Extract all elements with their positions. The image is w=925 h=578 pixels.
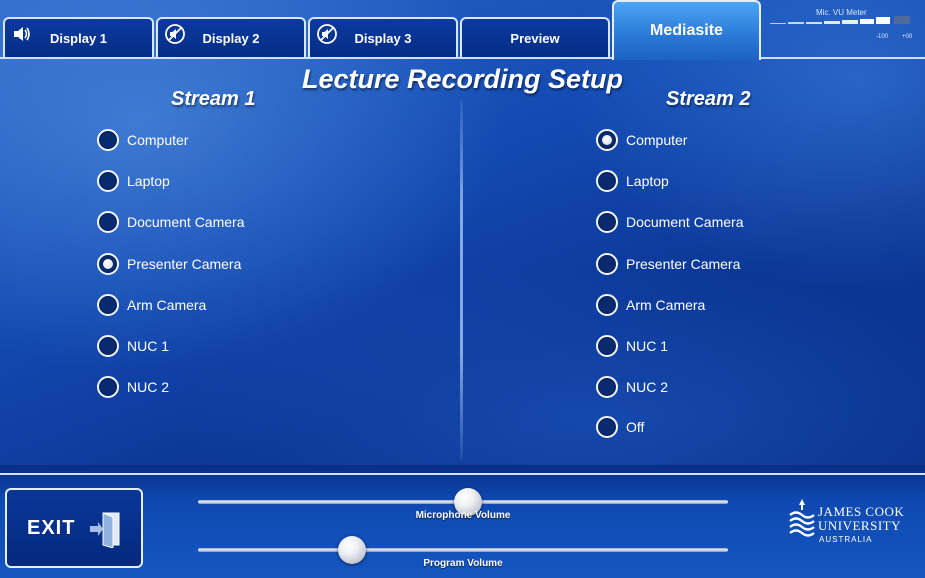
radio-button[interactable] bbox=[596, 416, 618, 438]
stream1-option-nuc-1[interactable]: NUC 1 bbox=[97, 333, 169, 359]
stream1-option-nuc-2[interactable]: NUC 2 bbox=[97, 374, 169, 400]
stream1-option-arm-camera[interactable]: Arm Camera bbox=[97, 292, 206, 318]
stream1-option-computer[interactable]: Computer bbox=[97, 127, 188, 153]
radio-button[interactable] bbox=[97, 335, 119, 357]
option-label: Laptop bbox=[626, 173, 669, 189]
vu-scale-high: +00 bbox=[902, 34, 913, 40]
column-divider bbox=[460, 100, 463, 460]
program-volume-label: Program Volume bbox=[423, 558, 503, 569]
option-label: Computer bbox=[626, 132, 688, 148]
radio-button[interactable] bbox=[596, 253, 618, 275]
stream2-option-arm-camera[interactable]: Arm Camera bbox=[596, 292, 705, 318]
option-label: Off bbox=[626, 419, 645, 435]
radio-button[interactable] bbox=[97, 294, 119, 316]
tab-label: Display 1 bbox=[49, 30, 108, 46]
slider-track bbox=[198, 548, 728, 552]
vu-segment bbox=[842, 20, 858, 24]
option-label: NUC 1 bbox=[626, 338, 669, 354]
exit-label: EXIT bbox=[27, 516, 76, 539]
option-label: Computer bbox=[127, 132, 189, 148]
speaker-icon bbox=[14, 27, 30, 41]
tab-display-2[interactable]: Display 2 bbox=[156, 17, 306, 57]
vu-segment bbox=[806, 22, 822, 24]
logo-text-line2: UNIVERSITY bbox=[818, 518, 901, 533]
stream1-option-laptop[interactable]: Laptop bbox=[97, 168, 170, 194]
option-label: Document Camera bbox=[626, 214, 744, 230]
tab-preview[interactable]: Preview bbox=[460, 17, 610, 57]
option-label: NUC 2 bbox=[626, 379, 669, 395]
muted-speaker-icon bbox=[317, 24, 337, 44]
stream2-option-nuc-1[interactable]: NUC 1 bbox=[596, 333, 668, 359]
radio-button[interactable] bbox=[596, 294, 618, 316]
stream2-option-presenter-camera[interactable]: Presenter Camera bbox=[596, 251, 740, 277]
stream-2-title: Stream 2 bbox=[666, 88, 751, 110]
stream2-option-laptop[interactable]: Laptop bbox=[596, 168, 669, 194]
radio-button[interactable] bbox=[596, 170, 618, 192]
vu-segment bbox=[860, 19, 874, 24]
stream2-option-document-camera[interactable]: Document Camera bbox=[596, 209, 744, 235]
option-label: Arm Camera bbox=[626, 297, 706, 313]
stream1-option-document-camera[interactable]: Document Camera bbox=[97, 209, 245, 235]
option-label: Arm Camera bbox=[127, 297, 207, 313]
radio-button[interactable] bbox=[97, 211, 119, 233]
wave-emblem-icon bbox=[789, 499, 815, 537]
muted-speaker-icon bbox=[165, 24, 185, 44]
vu-scale-low: -100 bbox=[876, 34, 889, 40]
exit-door-icon bbox=[90, 512, 120, 548]
stream1-option-presenter-camera[interactable]: Presenter Camera bbox=[97, 251, 241, 277]
vu-segment bbox=[824, 21, 840, 24]
logo-text-line3: AUSTRALIA bbox=[819, 535, 873, 544]
mic-vu-meter: Mic. VU Meter -100 +00 bbox=[766, 4, 916, 48]
option-label: Document Camera bbox=[127, 214, 245, 230]
option-label: Presenter Camera bbox=[626, 256, 741, 272]
radio-button-selected[interactable] bbox=[97, 253, 119, 275]
radio-button[interactable] bbox=[596, 335, 618, 357]
tab-label: Display 2 bbox=[202, 30, 260, 46]
radio-button[interactable] bbox=[97, 376, 119, 398]
tab-label: Preview bbox=[510, 30, 560, 46]
radio-button[interactable] bbox=[97, 170, 119, 192]
program-volume-slider[interactable]: Program Volume bbox=[198, 536, 728, 570]
tab-label: Display 3 bbox=[354, 30, 412, 46]
radio-button-selected[interactable] bbox=[596, 129, 618, 151]
tab-mediasite[interactable]: Mediasite bbox=[612, 0, 761, 60]
option-label: Laptop bbox=[127, 173, 170, 189]
radio-button[interactable] bbox=[596, 211, 618, 233]
tab-bar: Display 1 Display 2 Display 3 Preview Me… bbox=[0, 0, 925, 60]
tab-bar-underline bbox=[0, 57, 925, 59]
stream2-option-computer[interactable]: Computer bbox=[596, 127, 687, 153]
tab-display-3[interactable]: Display 3 bbox=[308, 17, 458, 57]
page-title: Lecture Recording Setup bbox=[301, 64, 624, 94]
bottom-bar-divider bbox=[0, 473, 925, 475]
option-label: Presenter Camera bbox=[127, 256, 242, 272]
radio-button[interactable] bbox=[596, 376, 618, 398]
option-label: NUC 1 bbox=[127, 338, 170, 354]
radio-button[interactable] bbox=[97, 129, 119, 151]
university-logo: JAMES COOK UNIVERSITY AUSTRALIA bbox=[788, 495, 918, 551]
tab-label: Mediasite bbox=[650, 22, 723, 39]
stream-1-title: Stream 1 bbox=[171, 88, 256, 110]
vu-segment bbox=[876, 17, 890, 24]
microphone-volume-slider[interactable]: Microphone Volume bbox=[198, 488, 728, 522]
option-label: NUC 2 bbox=[127, 379, 170, 395]
vu-segment bbox=[770, 23, 786, 24]
tab-display-1[interactable]: Display 1 bbox=[3, 17, 154, 57]
exit-button[interactable]: EXIT bbox=[5, 488, 143, 568]
vu-segment bbox=[894, 16, 910, 24]
stream2-option-nuc-2[interactable]: NUC 2 bbox=[596, 374, 668, 400]
microphone-volume-label: Microphone Volume bbox=[415, 510, 511, 521]
stream2-option-off[interactable]: Off bbox=[596, 414, 644, 440]
vu-segment bbox=[788, 22, 804, 24]
vu-meter-label: Mic. VU Meter bbox=[816, 8, 867, 17]
